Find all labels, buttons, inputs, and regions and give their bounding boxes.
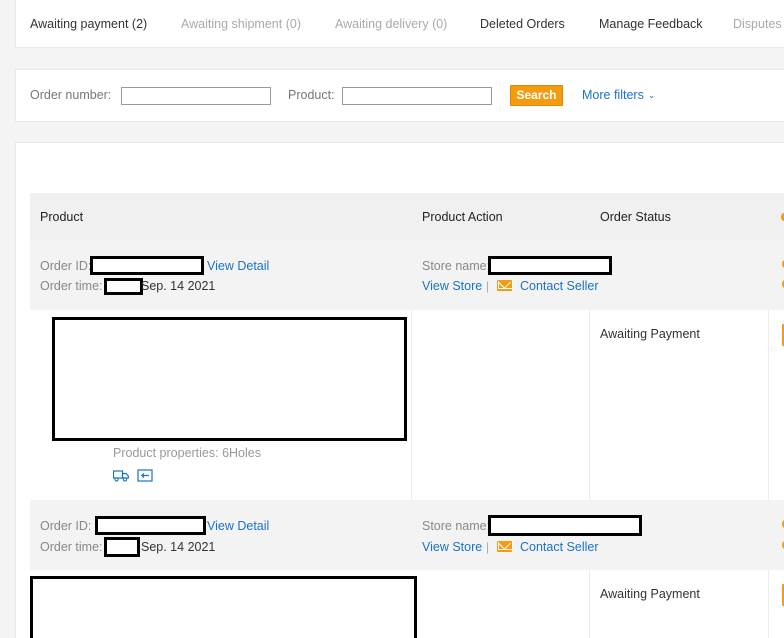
filter-bar: Order number: Product: Search More filte…: [15, 69, 784, 122]
tab-label: Awaiting delivery: [335, 17, 429, 31]
more-filters-link[interactable]: More filters ⌄: [582, 88, 655, 102]
header-order-status: Order Status: [600, 210, 671, 224]
header-product: Product: [40, 210, 84, 224]
column-divider: [411, 310, 412, 502]
redacted-store-name: [488, 256, 612, 275]
order-header-row: Order ID: View Detail Order time: Sep. 1…: [30, 240, 784, 310]
mail-icon: [497, 280, 512, 291]
store-name-label: Store name:: [422, 259, 491, 273]
product-properties: Product properties: 6Holes: [113, 446, 261, 460]
view-detail-link[interactable]: View Detail: [207, 519, 269, 533]
tab-label: Awaiting payment: [30, 17, 129, 31]
order-time-label: Order time:: [40, 540, 103, 554]
tab-deleted-orders[interactable]: Deleted Orders: [480, 17, 565, 31]
tab-disputes[interactable]: Disputes: [733, 17, 782, 31]
product-input[interactable]: [342, 87, 492, 105]
order-status: Awaiting Payment: [600, 587, 700, 601]
store-name-label: Store name:: [422, 519, 491, 533]
return-box-icon[interactable]: [137, 469, 153, 482]
view-detail-link[interactable]: View Detail: [207, 259, 269, 273]
order-number-label: Order number:: [30, 88, 112, 102]
column-divider: [768, 570, 769, 638]
link-separator: |: [486, 279, 490, 293]
column-divider: [589, 570, 590, 638]
redacted-order-id: [90, 256, 204, 275]
redacted-order-id: [95, 516, 206, 535]
order-time-value: Sep. 14 2021: [141, 279, 216, 293]
contact-seller-link[interactable]: Contact Seller: [520, 279, 599, 293]
view-store-link[interactable]: View Store: [422, 540, 482, 554]
order-time-label: Order time:: [40, 279, 103, 293]
view-store-link[interactable]: View Store: [422, 279, 482, 293]
order-time-value: Sep. 14 2021: [141, 540, 216, 554]
redacted-product-info: [52, 317, 407, 441]
tab-label: Awaiting shipment: [181, 17, 283, 31]
search-button[interactable]: Search: [510, 85, 563, 106]
table-header: Product Product Action Order Status: [30, 193, 784, 240]
redacted-order-time: [104, 537, 140, 557]
column-divider: [768, 310, 769, 502]
tab-count: (2): [131, 17, 148, 31]
tab-awaiting-shipment[interactable]: Awaiting shipment (0): [181, 17, 301, 31]
order-tabs: Awaiting payment (2) Awaiting shipment (…: [15, 0, 784, 48]
redacted-store-name: [488, 515, 642, 536]
mail-icon: [497, 541, 512, 552]
product-label: Product:: [288, 88, 335, 102]
order-id-label: Order ID:: [40, 259, 92, 273]
redacted-order-time: [104, 278, 143, 295]
order-header-row: Order ID: View Detail Order time: Sep. 1…: [30, 500, 784, 570]
shipping-truck-icon[interactable]: [113, 469, 129, 482]
tab-awaiting-payment[interactable]: Awaiting payment (2): [30, 17, 147, 31]
order-status: Awaiting Payment: [600, 327, 700, 341]
redacted-product-info: [30, 576, 417, 638]
tab-count: (0): [285, 17, 301, 31]
order-product-row: Awaiting Payment: [30, 570, 784, 638]
chevron-down-icon: ⌄: [647, 90, 656, 100]
tab-awaiting-delivery[interactable]: Awaiting delivery (0): [335, 17, 447, 31]
order-product-row: Product properties: 6Holes Awaiting Paym…: [30, 310, 784, 502]
contact-seller-link[interactable]: Contact Seller: [520, 540, 599, 554]
order-id-label: Order ID:: [40, 519, 92, 533]
link-separator: |: [486, 540, 490, 554]
tab-count: (0): [432, 17, 448, 31]
order-number-input[interactable]: [121, 87, 271, 105]
tab-manage-feedback[interactable]: Manage Feedback: [599, 17, 703, 31]
column-divider: [589, 310, 590, 502]
header-product-action: Product Action: [422, 210, 503, 224]
more-filters-label: More filters: [582, 88, 644, 102]
